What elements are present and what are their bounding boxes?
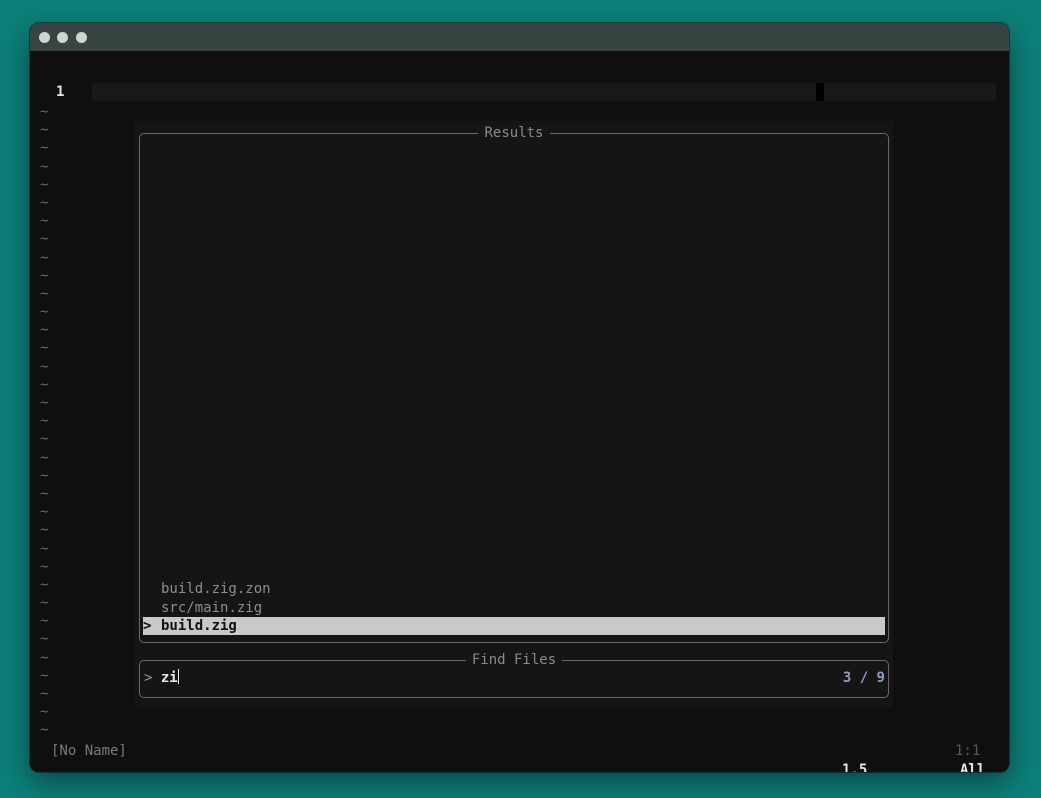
result-file-name: src/main.zig — [161, 599, 263, 616]
empty-line-tilde: ~ — [40, 340, 49, 357]
result-item[interactable]: build.zig.zon — [143, 580, 885, 598]
empty-line-tilde: ~ — [40, 485, 49, 502]
empty-line-tilde: ~ — [40, 613, 49, 630]
empty-line-tilde: ~ — [40, 267, 49, 284]
empty-line-markers: ~ ~ ~ ~ ~ ~ ~ ~ ~ ~ ~ ~ ~ ~ ~ ~ ~ ~ ~ ~ ~ ~ ~ ~ ~ ~ ~ ~ ~ ~ ~ ~ ~ ~ ~ — [40, 103, 48, 740]
empty-line-tilde: ~ — [40, 194, 49, 211]
empty-line-tilde: ~ — [40, 395, 49, 411]
empty-line-tilde: ~ — [40, 376, 49, 393]
line-number: 1 — [56, 84, 65, 100]
text-caret — [177, 669, 179, 684]
empty-line-tilde: ~ — [40, 413, 49, 430]
empty-line-tilde: ~ — [40, 449, 49, 466]
empty-line-tilde: ~ — [40, 540, 49, 557]
prompt-title: Find Files — [465, 652, 563, 668]
scroll-indicator: All — [960, 762, 986, 772]
statusline-position: 1:1 — [955, 743, 981, 759]
terminal-window: 1 ~ ~ ~ ~ ~ ~ ~ ~ ~ ~ ~ ~ ~ ~ ~ ~ ~ ~ ~ ~ ~ ~ ~ ~ ~ ~ ~ ~ ~ ~ ~ ~ ~ ~ ~ Re… — [30, 23, 1009, 772]
title-bar — [30, 23, 1009, 51]
result-item-selected[interactable]: > build.zig — [143, 616, 885, 635]
empty-line-tilde: ~ — [40, 504, 49, 521]
empty-line-tilde: ~ — [40, 722, 49, 739]
empty-line-tilde: ~ — [40, 285, 49, 302]
vim-editor[interactable]: 1 ~ ~ ~ ~ ~ ~ ~ ~ ~ ~ ~ ~ ~ ~ ~ ~ ~ ~ ~ ~ ~ ~ ~ ~ ~ ~ ~ ~ ~ ~ ~ ~ ~ ~ ~ Re… — [30, 51, 1009, 772]
selection-marker: > — [143, 617, 152, 634]
empty-line-tilde: ~ — [40, 649, 49, 666]
results-list: build.zig.zon src/main.zig > build.zig — [143, 580, 885, 635]
ruler-position: 1,5 — [842, 762, 868, 772]
results-panel: Results build.zig.zon src/main.zig > build.… — [139, 125, 889, 643]
result-file-name: build.zig.zon — [161, 581, 271, 598]
empty-line-tilde: ~ — [40, 576, 49, 593]
cursor-block — [816, 83, 824, 101]
empty-line-tilde: ~ — [40, 686, 49, 702]
search-input[interactable]: > zi — [144, 669, 179, 687]
empty-line-tilde: ~ — [40, 704, 49, 721]
minimize-window-button[interactable] — [57, 32, 68, 43]
maximize-window-button[interactable] — [76, 32, 87, 43]
empty-line-tilde: ~ — [40, 176, 49, 193]
empty-line-tilde: ~ — [40, 322, 49, 339]
search-query[interactable]: zi — [161, 670, 178, 686]
empty-line-tilde: ~ — [40, 104, 49, 120]
empty-line-tilde: ~ — [40, 667, 49, 684]
empty-line-tilde: ~ — [40, 231, 49, 248]
empty-line-tilde: ~ — [40, 122, 49, 139]
empty-line-tilde: ~ — [40, 140, 49, 157]
empty-line-tilde: ~ — [40, 304, 49, 321]
results-title: Results — [478, 125, 550, 141]
empty-line-tilde: ~ — [40, 213, 49, 230]
result-item[interactable]: src/main.zig — [143, 599, 885, 617]
empty-line-tilde: ~ — [40, 431, 49, 448]
statusline-file-name: [No Name] — [51, 743, 127, 759]
find-files-prompt[interactable]: Find Files > zi 3 / 9 — [139, 652, 889, 698]
empty-line-tilde: ~ — [40, 522, 49, 539]
cursor-line — [92, 83, 996, 101]
empty-line-tilde: ~ — [40, 158, 49, 175]
result-counter: 3 / 9 — [842, 670, 885, 686]
close-window-button[interactable] — [39, 32, 50, 43]
empty-line-tilde: ~ — [40, 467, 49, 484]
empty-line-tilde: ~ — [40, 631, 49, 648]
prompt-symbol: > — [144, 670, 153, 686]
empty-line-tilde: ~ — [40, 358, 49, 375]
empty-line-tilde: ~ — [40, 558, 49, 575]
result-file-name: build.zig — [161, 617, 237, 634]
empty-line-tilde: ~ — [40, 595, 49, 612]
empty-line-tilde: ~ — [40, 249, 49, 266]
